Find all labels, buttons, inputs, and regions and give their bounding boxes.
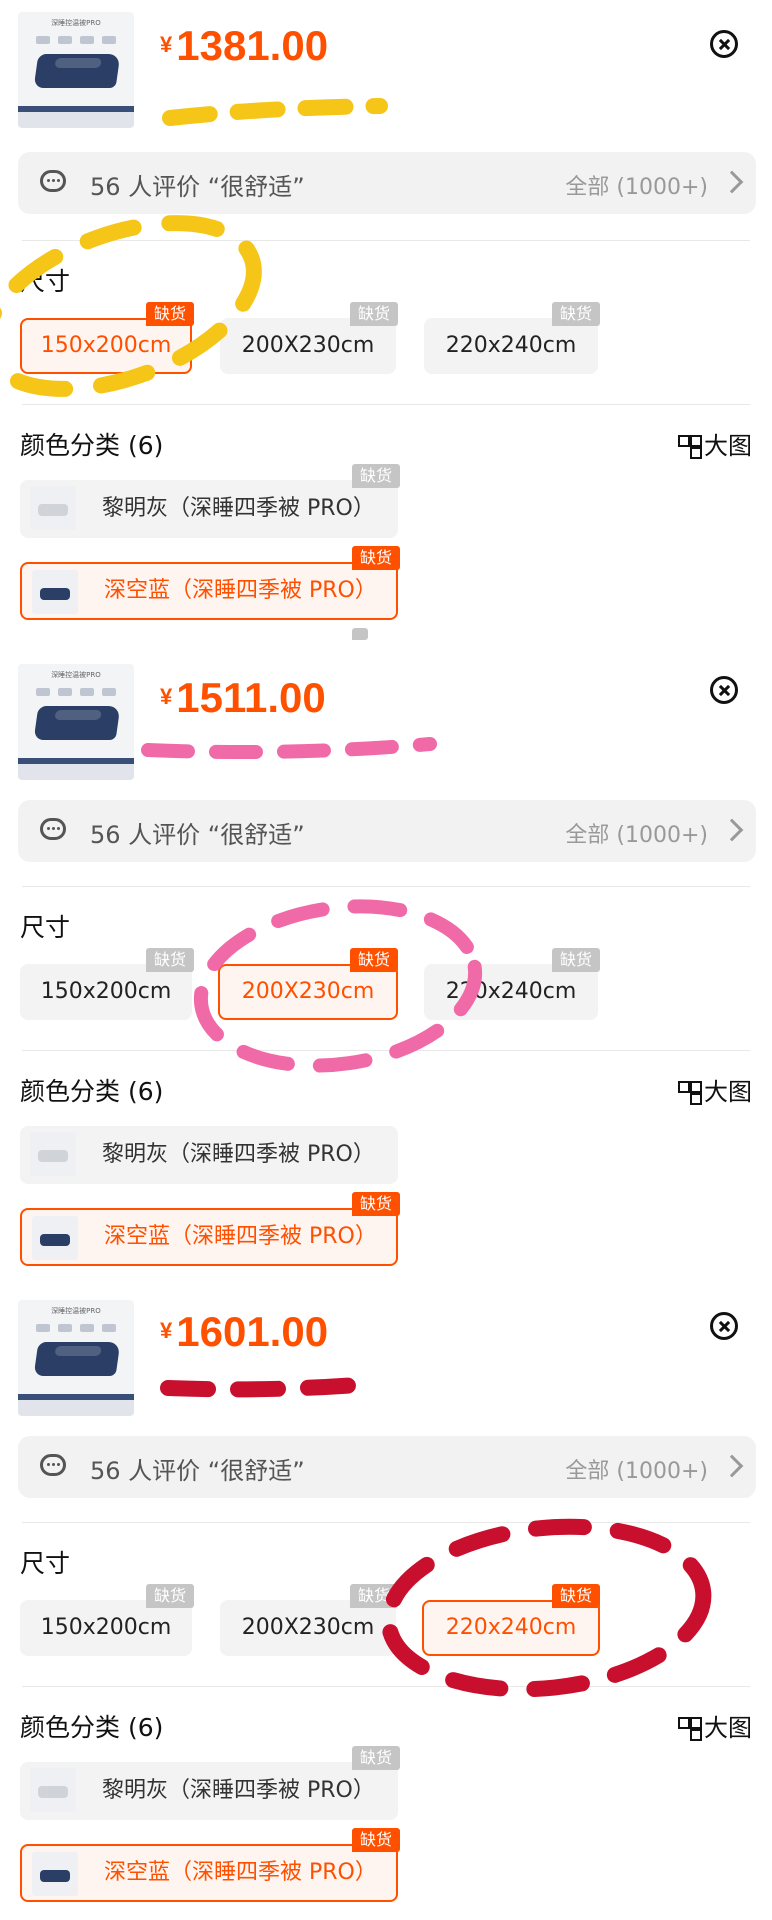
close-icon[interactable] (710, 30, 738, 58)
review-summary: 56 人评价 “很舒适” (90, 173, 305, 201)
review-all-link[interactable]: 全部 (1000+) (565, 817, 708, 849)
size-section-title: 尺寸 (20, 913, 71, 942)
color-option-gray[interactable]: 黎明灰（深睡四季被 PRO） (20, 1762, 398, 1820)
out-of-stock-badge: 缺货 (352, 1828, 401, 1852)
close-icon[interactable] (710, 1312, 738, 1340)
product-thumbnail: 深睡控温被PRO (18, 664, 134, 780)
color-thumbnail (30, 1132, 76, 1176)
out-of-stock-badge: 缺货 (350, 948, 399, 972)
out-of-stock-badge: 缺货 (350, 1584, 399, 1608)
chat-bubble-icon (40, 170, 66, 192)
price: ¥1511.00 (160, 674, 326, 722)
thumbnail-title: 深睡控温被PRO (51, 1307, 101, 1315)
grid-icon (678, 1717, 702, 1739)
color-section-title: 颜色分类 (6) (20, 1713, 164, 1742)
size-option-200x230[interactable]: 200X230cm (218, 964, 398, 1020)
out-of-stock-badge: 缺货 (552, 1584, 601, 1608)
out-of-stock-badge: 缺货 (552, 948, 601, 972)
color-option-blue[interactable]: 深空蓝（深睡四季被 PRO） (20, 562, 398, 620)
divider (22, 1522, 750, 1523)
sku-panel-1: 深睡控温被PRO ¥1381.00 56 人评价 “很舒适” 全部 (1000+… (0, 0, 772, 640)
price: ¥1601.00 (160, 1308, 328, 1356)
grid-icon (678, 1081, 702, 1103)
out-of-stock-badge: 缺货 (146, 948, 195, 972)
review-all-link[interactable]: 全部 (1000+) (565, 169, 708, 201)
out-of-stock-badge: 缺货 (146, 302, 195, 326)
out-of-stock-badge (352, 628, 368, 640)
out-of-stock-badge: 缺货 (352, 546, 401, 570)
currency-symbol: ¥ (160, 32, 173, 57)
review-summary: 56 人评价 “很舒适” (90, 821, 305, 849)
size-option-150x200[interactable]: 150x200cm (20, 964, 192, 1020)
price: ¥1381.00 (160, 22, 328, 70)
chevron-right-icon (720, 818, 744, 842)
size-option-150x200[interactable]: 150x200cm (20, 1600, 192, 1656)
color-option-blue[interactable]: 深空蓝（深睡四季被 PRO） (20, 1208, 398, 1266)
chat-bubble-icon (40, 1454, 66, 1476)
size-option-150x200[interactable]: 150x200cm (20, 318, 192, 374)
currency-symbol: ¥ (160, 1318, 173, 1343)
review-bar[interactable]: 56 人评价 “很舒适” 全部 (1000+) (18, 1436, 756, 1498)
close-icon[interactable] (710, 676, 738, 704)
thumbnail-title: 深睡控温被PRO (51, 671, 101, 679)
color-option-gray[interactable]: 黎明灰（深睡四季被 PRO） (20, 480, 398, 538)
review-bar[interactable]: 56 人评价 “很舒适” 全部 (1000+) (18, 152, 756, 214)
price-value: 1511.00 (176, 674, 326, 721)
size-option-220x240[interactable]: 220x240cm (422, 1600, 600, 1656)
divider (22, 1686, 750, 1687)
size-section-title: 尺寸 (20, 267, 71, 296)
price-value: 1381.00 (176, 22, 329, 69)
size-option-220x240[interactable]: 220x240cm (424, 318, 598, 374)
color-thumbnail (32, 570, 78, 614)
review-bar[interactable]: 56 人评价 “很舒适” 全部 (1000+) (18, 800, 756, 862)
product-thumbnail: 深睡控温被PRO (18, 12, 134, 128)
review-summary: 56 人评价 “很舒适” (90, 1457, 305, 1485)
size-option-200x230[interactable]: 200X230cm (220, 1600, 396, 1656)
divider (22, 1050, 750, 1051)
color-section-title: 颜色分类 (6) (20, 1077, 164, 1106)
size-section-title: 尺寸 (20, 1549, 71, 1578)
color-thumbnail (32, 1216, 78, 1260)
review-all-link[interactable]: 全部 (1000+) (565, 1453, 708, 1485)
sku-panel-3: 深睡控温被PRO ¥1601.00 56 人评价 “很舒适” 全部 (1000+… (0, 1284, 772, 1920)
color-thumbnail (30, 486, 76, 530)
out-of-stock-badge: 缺货 (552, 302, 601, 326)
price-value: 1601.00 (176, 1308, 329, 1355)
chat-bubble-icon (40, 818, 66, 840)
big-image-toggle[interactable]: 大图 (678, 426, 752, 461)
grid-icon (678, 435, 702, 457)
color-thumbnail (32, 1852, 78, 1896)
currency-symbol: ¥ (160, 684, 173, 709)
divider (22, 404, 750, 405)
size-option-200x230[interactable]: 200X230cm (220, 318, 396, 374)
chevron-right-icon (720, 1454, 744, 1478)
out-of-stock-badge: 缺货 (350, 302, 399, 326)
color-section-title: 颜色分类 (6) (20, 431, 164, 460)
color-option-gray[interactable]: 黎明灰（深睡四季被 PRO） (20, 1126, 398, 1184)
size-option-220x240[interactable]: 220x240cm (424, 964, 598, 1020)
chevron-right-icon (720, 170, 744, 194)
big-image-toggle[interactable]: 大图 (678, 1072, 752, 1107)
divider (22, 886, 750, 887)
out-of-stock-badge: 缺货 (352, 1192, 401, 1216)
product-thumbnail: 深睡控温被PRO (18, 1300, 134, 1416)
sku-panel-2: 深睡控温被PRO ¥1511.00 56 人评价 “很舒适” 全部 (1000+… (0, 646, 772, 1278)
out-of-stock-badge: 缺货 (352, 464, 401, 488)
color-option-blue[interactable]: 深空蓝（深睡四季被 PRO） (20, 1844, 398, 1902)
out-of-stock-badge: 缺货 (352, 1746, 401, 1770)
out-of-stock-badge: 缺货 (146, 1584, 195, 1608)
divider (22, 240, 750, 241)
thumbnail-title: 深睡控温被PRO (51, 19, 101, 27)
color-thumbnail (30, 1768, 76, 1812)
big-image-toggle[interactable]: 大图 (678, 1708, 752, 1743)
